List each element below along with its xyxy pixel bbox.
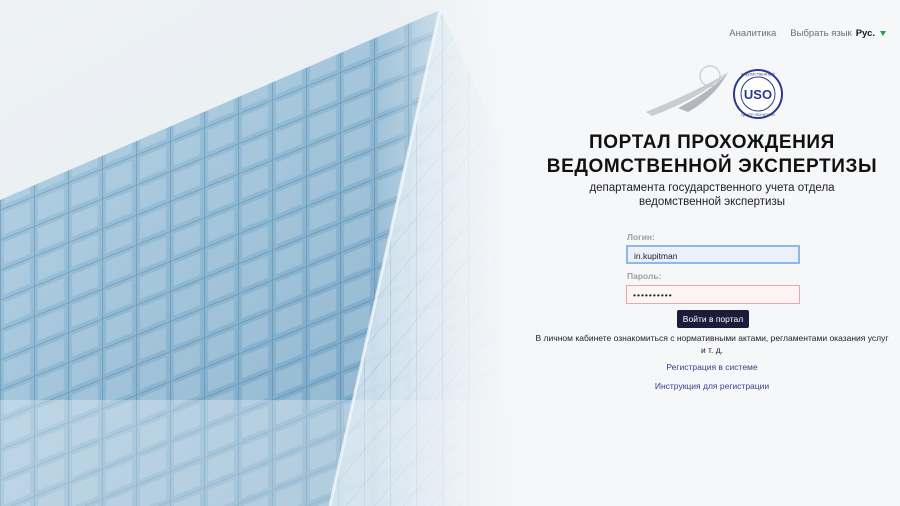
password-label: Пароль: [627, 271, 662, 281]
page-subtitle: департамента государственного учета отде… [540, 181, 884, 209]
seal-text: USO [744, 87, 772, 102]
choose-language-label: Выбрать язык [790, 27, 852, 39]
registration-instructions-link[interactable]: Инструкция для регистрации [560, 381, 864, 391]
info-line-2: и т. д. [700, 344, 724, 355]
subtitle-line-1: департамента государственного учета отде… [589, 182, 835, 194]
seal-top-text: ВЕДОМСТВЕННЫЙ [741, 73, 775, 77]
analytics-link[interactable]: Аналитика [729, 28, 776, 39]
top-navigation: Аналитика Выбрать язык Рус. [729, 26, 886, 40]
logos: USO ВЕДОМСТВЕННЫЙ ЦЕНТР ОБУЧЕНИЯ [646, 65, 783, 119]
info-text: В личном кабинете ознакомиться с нормати… [530, 333, 894, 356]
info-line-1: В личном кабинете ознакомиться с нормати… [535, 333, 889, 343]
dropdown-arrow-icon[interactable] [880, 30, 886, 36]
current-language[interactable]: Рус. [856, 28, 875, 39]
register-link[interactable]: Регистрация в системе [560, 362, 864, 372]
login-input[interactable]: in.kupitman [626, 245, 800, 264]
seal-bottom-text: ЦЕНТР ОБУЧЕНИЯ [741, 113, 775, 117]
subtitle-line-2: ведомственной экспертизы [638, 196, 786, 208]
password-input[interactable]: •••••••••• [626, 285, 800, 304]
page-title: ПОРТАЛ ПРОХОЖДЕНИЯ ВЕДОМСТВЕННОЙ ЭКСПЕРТ… [520, 131, 900, 179]
language-selector[interactable]: Выбрать язык Рус. [790, 28, 886, 39]
title-line-1: ПОРТАЛ ПРОХОЖДЕНИЯ [589, 132, 835, 153]
airline-logo [646, 65, 728, 116]
uso-seal-logo: USO ВЕДОМСТВЕННЫЙ ЦЕНТР ОБУЧЕНИЯ [733, 69, 783, 119]
login-button[interactable]: Войти в портал [677, 310, 749, 328]
login-label: Логин: [627, 232, 655, 242]
title-line-2: ВЕДОМСТВЕННОЙ ЭКСПЕРТИЗЫ [546, 156, 878, 177]
